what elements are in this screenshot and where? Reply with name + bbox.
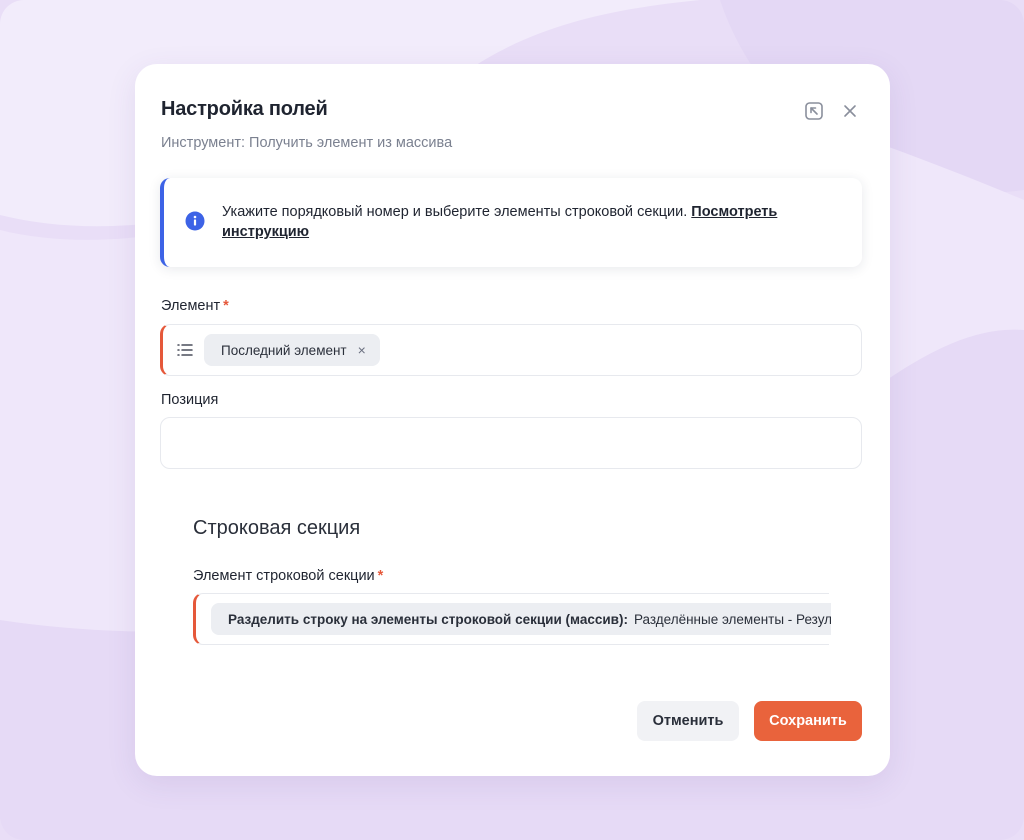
- row-element-label: Элемент строковой секции *: [193, 568, 384, 584]
- element-field[interactable]: Последний элемент ×: [160, 324, 862, 376]
- info-icon: [185, 211, 205, 231]
- close-button[interactable]: [838, 99, 862, 123]
- expand-icon: [805, 102, 823, 120]
- required-mark: *: [223, 298, 229, 314]
- row-element-chip-value: Разделённые элементы - Результат: [633, 611, 831, 627]
- info-banner: Укажите порядковый номер и выберите элем…: [160, 178, 862, 267]
- row-element-field[interactable]: Разделить строку на элементы строковой с…: [193, 593, 831, 645]
- row-element-chip-source: Разделить строку на элементы строковой с…: [228, 611, 628, 627]
- info-text: Укажите порядковый номер и выберите элем…: [222, 204, 778, 240]
- element-chip: Последний элемент ×: [204, 334, 380, 366]
- dialog-title: Настройка полей: [161, 98, 328, 120]
- position-label: Позиция: [161, 392, 219, 408]
- required-mark: *: [377, 568, 384, 584]
- close-icon: [844, 105, 856, 117]
- list-icon: [177, 344, 193, 356]
- cancel-button[interactable]: Отменить: [637, 701, 739, 741]
- row-section-title: Строковая секция: [193, 517, 361, 539]
- expand-button[interactable]: [802, 99, 826, 123]
- element-chip-label: Последний элемент: [221, 342, 347, 358]
- row-element-chip: Разделить строку на элементы строковой с…: [211, 603, 831, 635]
- field-settings-dialog: Настройка полей Инструмент: Получить эле…: [135, 64, 890, 776]
- save-button[interactable]: Сохранить: [754, 701, 862, 741]
- chip-remove-icon[interactable]: ×: [358, 342, 366, 358]
- position-input[interactable]: [160, 417, 862, 469]
- dialog-subtitle: Инструмент: Получить элемент из массива: [161, 135, 453, 151]
- element-label: Элемент *: [161, 298, 229, 314]
